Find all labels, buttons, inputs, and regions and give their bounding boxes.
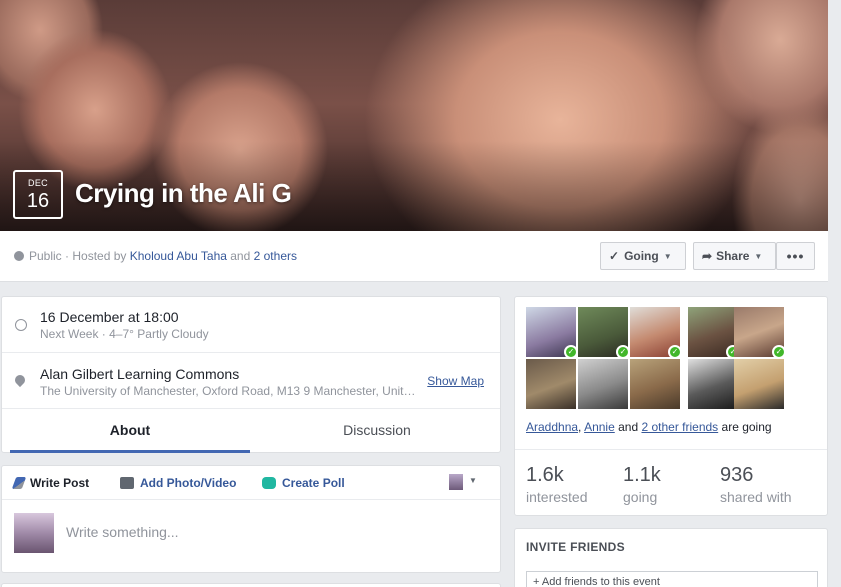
create-poll-label: Create Poll [282,476,345,490]
friend-avatar[interactable] [630,359,680,409]
write-post-label: Write Post [30,476,90,490]
add-photo-label: Add Photo/Video [140,476,237,490]
create-poll-tab[interactable]: Create Poll [262,476,345,490]
event-venue[interactable]: Alan Gilbert Learning Commons [40,366,239,382]
chevron-down-icon: ▼ [754,251,763,261]
post-composer: Write Post Add Photo/Video Create Poll ▼… [1,465,501,573]
host-name-link[interactable]: Kholoud Abu Taha [130,249,227,263]
other-hosts-link[interactable]: 2 others [254,249,297,263]
friend-avatar[interactable] [526,359,576,409]
invite-friends-card: INVITE FRIENDS + Add friends to this eve… [514,528,828,587]
friend-avatar[interactable] [734,359,784,409]
chevron-down-icon: ▼ [663,251,672,261]
going-button[interactable]: ✓ Going ▼ [600,242,686,270]
check-icon: ✓ [616,345,630,359]
friend-avatar[interactable]: ✓ [688,307,740,359]
friend-avatar[interactable]: ✓ [526,307,578,359]
clock-icon [15,319,27,331]
stat-label: going [623,489,658,505]
friend-avatar[interactable]: ✓ [578,307,630,359]
event-address: The University of Manchester, Oxford Roa… [40,384,420,398]
more-options-button[interactable]: ••• [776,242,815,270]
stat-label: shared with [720,489,792,505]
post-as-avatar[interactable] [449,474,463,490]
poll-icon [262,477,276,489]
event-cover-photo[interactable]: DEC 16 Crying in the Ali G [0,0,828,231]
share-button-label: Share [716,249,750,263]
add-photo-video-tab[interactable]: Add Photo/Video [120,476,236,490]
friend-avatar[interactable]: ✓ [630,307,682,359]
event-details-card: 16 December at 18:00 Next Week · 4–7° Pa… [1,296,501,453]
tab-discussion[interactable]: Discussion [257,409,497,453]
friend-avatar[interactable] [578,359,628,409]
write-something-input[interactable]: Write something... [66,524,179,540]
interested-stat[interactable]: 1.6k interested [526,464,587,505]
friends-going-text: Araddhna, Annie and 2 other friends are … [526,420,772,434]
tab-about[interactable]: About [10,409,250,453]
write-post-tab[interactable]: Write Post [11,476,90,490]
share-arrow-icon: ➦ [702,249,713,263]
and-text: and [614,420,642,434]
globe-icon [14,251,24,261]
pencil-icon [11,477,27,489]
friend-link[interactable]: Annie [584,420,615,434]
friend-avatar[interactable]: ✓ [734,307,786,359]
event-title: Crying in the Ali G [75,178,292,208]
going-stat[interactable]: 1.1k going [623,464,661,505]
event-day: 16 [26,190,50,212]
stat-label: interested [526,489,588,505]
checkmark-icon: ✓ [609,249,620,263]
event-month: DEC [28,178,48,188]
share-button[interactable]: ➦ Share ▼ [693,242,776,270]
going-suffix: are going [718,420,772,434]
check-icon: ✓ [564,345,578,359]
stat-value: 936 [720,464,754,486]
hosted-by-text: Public · Hosted by Kholoud Abu Taha and … [14,249,297,263]
other-friends-link[interactable]: 2 other friends [641,420,718,434]
chevron-down-icon[interactable]: ▼ [469,476,477,485]
event-tabs: About Discussion [2,409,500,453]
shared-with-stat[interactable]: 936 shared with [720,464,792,505]
event-host-bar: Public · Hosted by Kholoud Abu Taha and … [0,231,828,282]
show-map-link[interactable]: Show Map [427,374,484,388]
map-pin-icon [12,372,28,388]
stat-value: 1.1k [623,464,661,486]
check-icon: ✓ [668,345,682,359]
event-stats: 1.6k interested 1.1k going 936 shared wi… [515,449,827,515]
event-location-row: Alan Gilbert Learning Commons The Univer… [2,353,500,409]
composer-tabs: Write Post Add Photo/Video Create Poll ▼ [2,466,500,500]
guests-card: ✓ ✓ ✓ ✓ ✓ Araddhna, Annie and 2 other fr… [514,296,828,516]
privacy-label: Public [29,249,62,263]
add-friends-input[interactable]: + Add friends to this event [526,571,818,587]
going-button-label: Going [624,249,659,263]
hosted-and: and [226,249,254,263]
next-card [1,583,501,587]
hosted-by-prefix: · Hosted by [61,249,130,263]
event-weather: Next Week · 4–7° Partly Cloudy [40,327,209,341]
event-time-row: 16 December at 18:00 Next Week · 4–7° Pa… [2,297,500,353]
friend-link[interactable]: Araddhna [526,420,578,434]
avatar [14,513,54,553]
invite-friends-title: INVITE FRIENDS [526,540,625,554]
friend-avatar[interactable] [688,359,738,409]
event-date-badge: DEC 16 [13,170,63,219]
check-icon: ✓ [772,345,786,359]
event-datetime: 16 December at 18:00 [40,309,179,325]
camera-icon [120,477,134,489]
stat-value: 1.6k [526,464,564,486]
